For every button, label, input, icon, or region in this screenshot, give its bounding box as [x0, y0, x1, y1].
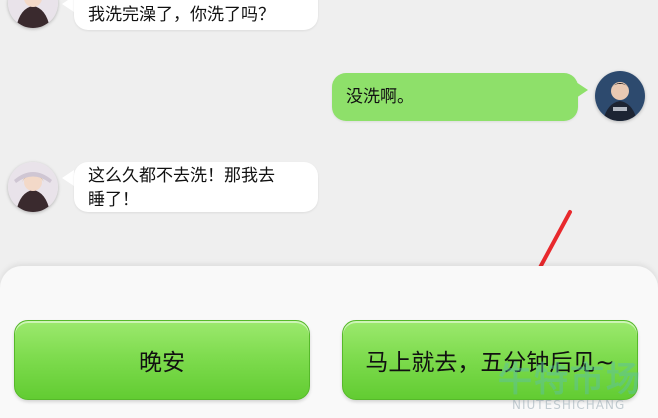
female-avatar[interactable]	[8, 0, 58, 28]
choice-panel: 晚安 马上就去，五分钟后见~	[0, 266, 658, 418]
go-now-button-label: 马上就去，五分钟后见~	[365, 350, 615, 376]
message-text: 我洗完澡了，你洗了吗？	[88, 5, 275, 25]
message-text-line: 睡了！	[88, 190, 139, 210]
message-bubble-incoming: 这么久都不去洗！那我去 睡了！	[74, 162, 318, 212]
chat-area: 我洗完澡了，你洗了吗？ 没洗啊。 这么久都不去洗！那我去 睡了！	[0, 0, 658, 306]
goodnight-button-label: 晚安	[139, 350, 185, 376]
female-avatar[interactable]	[8, 162, 58, 212]
message-text: 没洗啊。	[346, 87, 414, 107]
go-now-button[interactable]: 马上就去，五分钟后见~	[342, 320, 638, 400]
message-text-line: 这么久都不去洗！那我去	[88, 166, 275, 186]
goodnight-button[interactable]: 晚安	[14, 320, 310, 400]
message-bubble-outgoing: 没洗啊。	[332, 73, 578, 121]
male-avatar[interactable]	[595, 71, 645, 121]
message-bubble-incoming: 我洗完澡了，你洗了吗？	[74, 0, 318, 30]
